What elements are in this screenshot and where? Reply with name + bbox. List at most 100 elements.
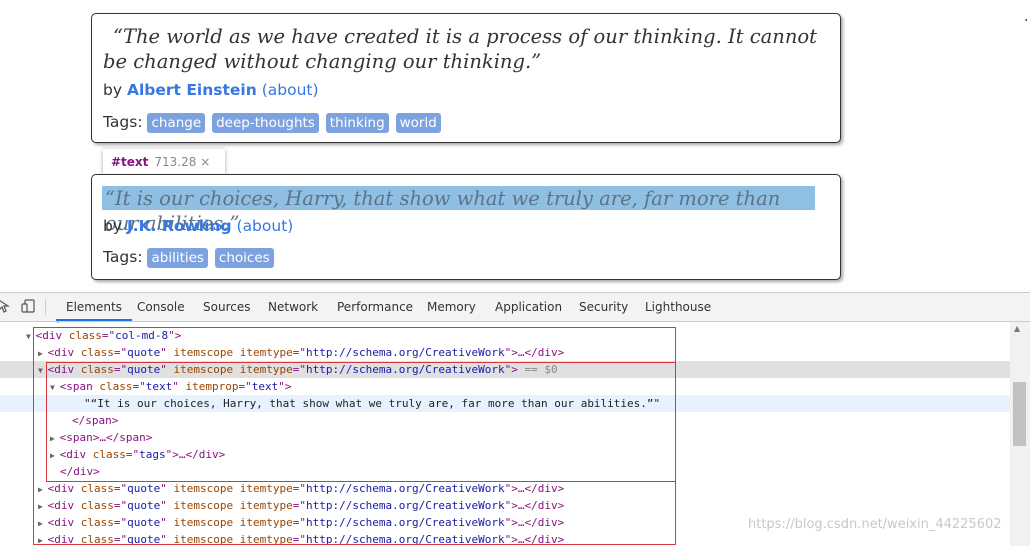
attr-name: class [74,533,114,546]
tag-tail: > [174,329,182,342]
attr-value: quote [127,533,161,546]
tab-lighthouse[interactable]: Lighthouse [645,293,711,321]
attr-value: quote [127,516,161,529]
inspect-cursor-icon[interactable] [0,298,13,314]
edge-mark: · [1024,13,1029,29]
device-toggle-icon[interactable] [21,298,37,314]
attr-eq: =" [292,482,306,495]
tags-label: Tags: [103,113,143,131]
attr-name: class [62,329,102,342]
tag-text: </footer> [50,322,110,325]
dom-tree-line[interactable]: ▼ <div class="quote" itemscope itemtype=… [0,361,1010,378]
tab-elements[interactable]: Elements [56,293,132,321]
dom-tree-line[interactable]: </span> [0,412,1010,429]
author-name: J.K. Rowling [126,217,232,235]
about-link[interactable]: (about) [262,81,319,99]
attr-name: itemscope [166,363,234,376]
dom-tree-line[interactable]: ▼ <div class="col-md-8"> [0,327,1010,344]
by-label: by [103,217,123,235]
attr-name: itemtype [233,516,293,529]
tag-name: <div [47,363,75,376]
elements-tree[interactable]: </footer>▼ <div class="col-md-8">▶ <div … [0,322,1010,546]
tag-tail: >…</div> [172,448,226,461]
expand-triangle-icon[interactable]: ▶ [50,451,60,460]
attr-name: class [74,516,114,529]
expand-triangle-icon[interactable]: ▶ [38,485,48,494]
dom-tree-line[interactable]: ▶ <div class="quote" itemscope itemtype=… [0,480,1010,497]
expand-triangle-icon[interactable]: ▶ [50,434,60,443]
attr-eq: =" [292,516,306,529]
attr-eq: =" [292,346,306,359]
attr-value: http://schema.org/CreativeWork [305,499,505,512]
tab-application[interactable]: Application [495,293,562,321]
tab-sources[interactable]: Sources [203,293,250,321]
quote-byline: by Albert Einstein (about) [103,81,319,99]
attr-eq: =" [132,380,146,393]
tag-link[interactable]: choices [214,248,274,268]
attr-quote: " [168,329,175,342]
tag-tail: >…</div> [511,482,565,495]
attr-eq: =" [113,482,128,495]
tab-console[interactable]: Console [137,293,185,321]
tags-row: Tags: abilities choices [103,248,276,268]
scrollbar-thumb[interactable] [1013,382,1026,446]
about-link[interactable]: (about) [237,217,294,235]
dom-tree-line[interactable]: </div> [0,463,1010,480]
dom-tree-line[interactable]: ▶ <div class="quote" itemscope itemtype=… [0,531,1010,546]
tag-link[interactable]: thinking [325,113,389,133]
dom-tree-line[interactable]: ▶ <div class="quote" itemscope itemtype=… [0,497,1010,514]
scroll-up-icon[interactable]: ▲ [1014,324,1020,333]
attr-quote: " [160,533,167,546]
closing-tag: </span> [72,414,119,427]
attr-value: col-md-8 [115,329,169,342]
tag-name: <div [47,346,75,359]
tab-network[interactable]: Network [268,293,318,321]
dom-tree-line[interactable]: "“It is our choices, Harry, that show wh… [0,395,1010,412]
dom-tree-line[interactable]: ▼ <span class="text" itemprop="text"> [0,378,1010,395]
attr-name: itemtype [233,482,293,495]
attr-quote: " [278,380,285,393]
dom-tree-line[interactable]: ▶ <div class="tags">…</div> [0,446,1010,463]
attr-quote: " [160,363,167,376]
attr-value: http://schema.org/CreativeWork [305,533,505,546]
expand-triangle-icon[interactable]: ▶ [38,536,48,545]
attr-quote: " [160,516,167,529]
tag-name: <div [47,516,75,529]
inspect-tooltip: #text713.28 × 24 [103,149,225,195]
expand-triangle-icon[interactable]: ▶ [38,502,48,511]
attr-eq: =" [238,380,252,393]
quote-card-rowling: “It is our choices, Harry, that show wha… [91,174,841,280]
attr-name: class [74,363,114,376]
tags-row: Tags: change deep-thoughts thinking worl… [103,113,443,133]
tag-name: <div [59,448,87,461]
watermark-text: https://blog.csdn.net/weixin_44225602 [748,517,1002,532]
tag-tail: > [511,363,518,376]
by-label: by [103,81,123,99]
tab-memory[interactable]: Memory [427,293,476,321]
attr-eq: =" [113,346,128,359]
tag-link[interactable]: change [147,113,206,133]
tag-tail: >…</div> [511,499,565,512]
tags-label: Tags: [103,248,143,266]
tab-security[interactable]: Security [579,293,628,321]
attr-value: text [145,380,173,393]
expand-triangle-icon[interactable]: ▼ [26,332,36,341]
expand-triangle-icon[interactable]: ▼ [38,366,48,375]
tag-link[interactable]: abilities [147,248,208,268]
attr-value: text [251,380,279,393]
expand-triangle-icon[interactable]: ▶ [38,349,48,358]
attr-quote: " [172,380,179,393]
expand-triangle-icon[interactable]: ▼ [50,383,60,392]
tag-link[interactable]: world [395,113,441,133]
dom-tree-line[interactable]: ▶ <span>…</span> [0,429,1010,446]
expand-triangle-icon[interactable]: ▶ [38,519,48,528]
attr-name: class [74,346,114,359]
devtools-toolbar: Elements Console Sources Network Perform… [0,293,1030,322]
attr-name: class [86,448,126,461]
tag-text: <span>…</span> [59,431,153,444]
attr-eq: =" [113,363,128,376]
dom-tree-line[interactable]: ▶ <div class="quote" itemscope itemtype=… [0,344,1010,361]
attr-name: itemtype [233,499,293,512]
tag-link[interactable]: deep-thoughts [212,113,319,133]
tab-performance[interactable]: Performance [337,293,413,321]
